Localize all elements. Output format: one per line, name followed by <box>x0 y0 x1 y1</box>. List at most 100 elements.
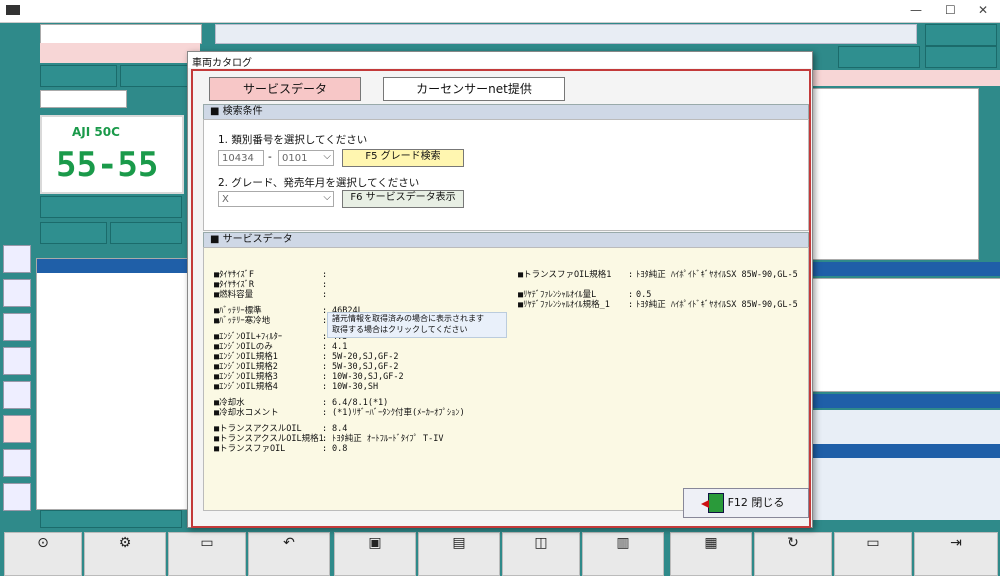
fkey-icon: ◫ <box>534 535 548 551</box>
grade-value: X <box>222 194 229 205</box>
service-data-value: 5W-30,SJ,GF-2 <box>332 362 399 372</box>
grade-select[interactable]: X <box>218 190 334 207</box>
class-number-field[interactable]: 10434 <box>218 150 264 166</box>
app-icon <box>6 5 20 15</box>
vehicle-info-header <box>37 259 189 273</box>
close-window-icon[interactable]: ✕ <box>978 3 988 17</box>
customer-select[interactable] <box>40 24 202 44</box>
tool-icon-5[interactable] <box>3 381 31 409</box>
service-data-colon: : <box>322 270 328 280</box>
fkey-3[interactable]: ▭ <box>168 532 246 576</box>
fkey-icon: ▭ <box>866 535 880 551</box>
fkey-4[interactable]: ↶ <box>248 532 330 576</box>
service-data-key: ■ﾀｲﾔｻｲｽﾞR <box>214 280 254 290</box>
bottom-left-bar[interactable] <box>40 510 182 528</box>
vehicle-catalog-dialog: 車両カタログ サービスデータ カーセンサーnet提供 ■ 検索条件 1. 類別番… <box>187 51 813 528</box>
service-data-row: ■ｴﾝｼﾞﾝOIL規格4:10W-30,SH <box>214 382 514 392</box>
tool-icon-7[interactable] <box>3 449 31 477</box>
maximize-icon[interactable]: ☐ <box>945 3 956 17</box>
sub-button[interactable] <box>40 90 127 108</box>
service-data-value: ﾄﾖﾀ純正 ｵｰﾄﾌﾙｰﾄﾞﾀｲﾌﾟ T-IV <box>332 434 444 444</box>
service-data-row: ■ｴﾝｼﾞﾝOIL規格1:5W-20,SJ,GF-2 <box>214 352 514 362</box>
service-data-key: ■ｴﾝｼﾞﾝOIL規格1 <box>214 352 278 362</box>
fkey-7[interactable]: ◫ <box>502 532 580 576</box>
tool-icon-1[interactable] <box>3 245 31 273</box>
tool-icon-6[interactable] <box>3 415 31 443</box>
left-action-1[interactable] <box>40 222 107 244</box>
service-data-colon: : <box>322 382 328 392</box>
fkey-9[interactable]: ▦ <box>670 532 752 576</box>
service-data-key: ■ｴﾝｼﾞﾝOIL規格3 <box>214 372 278 382</box>
step1-label: 1. 類別番号を選択してください <box>218 134 368 146</box>
spec-info-note[interactable]: 諸元情報を取得済みの場合に表示されます 取得する場合はクリックしてください <box>327 312 507 338</box>
fkey-6[interactable]: ▤ <box>418 532 500 576</box>
service-data-colon: : <box>322 398 328 408</box>
fkey-12[interactable]: ⇥ <box>914 532 998 576</box>
fkey-5[interactable]: ▣ <box>334 532 416 576</box>
service-data-section-title: ■ サービスデータ <box>210 234 293 245</box>
f6-show-service-data-button[interactable]: F6 サービスデータ表示 <box>342 190 464 208</box>
fkey-icon: ▣ <box>368 535 382 551</box>
tab-service-data[interactable]: サービスデータ <box>209 77 361 101</box>
service-data-colon: : <box>628 290 634 300</box>
service-data-colon: : <box>322 290 328 300</box>
search-section-header: ■ 検索条件 <box>203 104 809 120</box>
field-separator: - <box>268 151 272 163</box>
service-data-key: ■ｴﾝｼﾞﾝOIL規格2 <box>214 362 278 372</box>
service-data-colon: : <box>322 408 328 418</box>
fkey-icon: ▥ <box>616 535 630 551</box>
top-right-button-2[interactable] <box>925 46 997 68</box>
type-number-value: 0101 <box>282 153 308 164</box>
fkey-icon: ▤ <box>452 535 466 551</box>
wrench-icon[interactable] <box>3 279 31 307</box>
fkey-icon: ↻ <box>787 535 799 551</box>
service-data-colon: : <box>628 270 634 280</box>
fkey-8[interactable]: ▥ <box>582 532 664 576</box>
service-data-key: ■燃料容量 <box>214 290 254 300</box>
service-data-key: ■ｴﾝｼﾞﾝOIL+ﾌｨﾙﾀｰ <box>214 332 283 342</box>
step2-label: 2. グレード、発売年月を選択してください <box>218 177 420 189</box>
top-info-banner <box>215 24 917 44</box>
fkey-10[interactable]: ↻ <box>754 532 832 576</box>
top-right-button-3[interactable] <box>838 46 920 68</box>
service-data-row: ■ｴﾝｼﾞﾝOILのみ:4.1 <box>214 342 514 352</box>
fkey-11[interactable]: ▭ <box>834 532 912 576</box>
left-tab-button-1[interactable] <box>40 65 117 87</box>
service-data-colon: : <box>322 434 328 444</box>
type-number-select[interactable]: 0101 <box>278 149 334 166</box>
right-table-selected-row[interactable] <box>812 444 1000 458</box>
tool-icon-4[interactable] <box>3 347 31 375</box>
dialog-titlebar: 車両カタログ <box>188 52 812 69</box>
side-toolbar <box>3 245 31 511</box>
f12-close-button[interactable]: F12 閉じる <box>683 488 809 518</box>
top-right-button-1[interactable] <box>925 24 997 46</box>
service-data-colon: : <box>322 372 328 382</box>
fkey-2[interactable]: ⚙ <box>84 532 166 576</box>
plate-region: AJI 50C <box>72 125 120 139</box>
tab-carsensor[interactable]: カーセンサーnet提供 <box>383 77 565 101</box>
service-data-key: ■ﾊﾞｯﾃﾘｰ標準 <box>214 306 262 316</box>
fkey-icon: ⚙ <box>118 535 132 551</box>
service-data-value: 4.1 <box>332 342 348 352</box>
tool-icon-8[interactable] <box>3 483 31 511</box>
tool-icon-3[interactable] <box>3 313 31 341</box>
plate-tools-bar[interactable] <box>40 196 182 218</box>
service-data-value: 6.4/8.1(*1) <box>332 398 389 408</box>
fkey-icon: ↶ <box>283 535 295 551</box>
service-data-key: ■トランスアクスルOIL規格1 <box>214 434 324 444</box>
plate-number: 55-55 <box>56 145 159 185</box>
dialog-title: 車両カタログ <box>192 58 252 69</box>
service-data-value: ﾄﾖﾀ純正 ﾊｲﾎﾟｲﾄﾞｷﾞﾔｵｲﾙSX 85W-90,GL-5 <box>636 300 798 310</box>
minimize-icon[interactable]: — <box>910 3 922 17</box>
service-data-key: ■冷却水 <box>214 398 245 408</box>
service-data-value: 0.8 <box>332 444 348 454</box>
fkey-icon: ⊙ <box>37 535 49 551</box>
service-data-panel: ■ﾀｲﾔｻｲｽﾞF: ■ﾀｲﾔｻｲｽﾞR: ■燃料容量: ■ﾊﾞｯﾃﾘｰ標準:46B2… <box>203 247 809 511</box>
fkey-1[interactable]: ⊙ <box>4 532 82 576</box>
left-action-2[interactable] <box>110 222 182 244</box>
service-data-key: ■ﾘﾔﾃﾞﾌｧﾚﾝｼｬﾙｵｲﾙ量L <box>518 290 597 300</box>
f5-grade-search-button[interactable]: F5 グレード検索 <box>342 149 464 167</box>
dialog-body: サービスデータ カーセンサーnet提供 ■ 検索条件 1. 類別番号を選択してく… <box>191 69 811 528</box>
left-tab-button-2[interactable] <box>120 65 197 87</box>
service-data-row: ■トランスファOIL規格1: ﾄﾖﾀ純正 ﾊｲﾎﾟｲﾄﾞｷﾞﾔｵｲﾙSX 85W-… <box>518 270 808 280</box>
